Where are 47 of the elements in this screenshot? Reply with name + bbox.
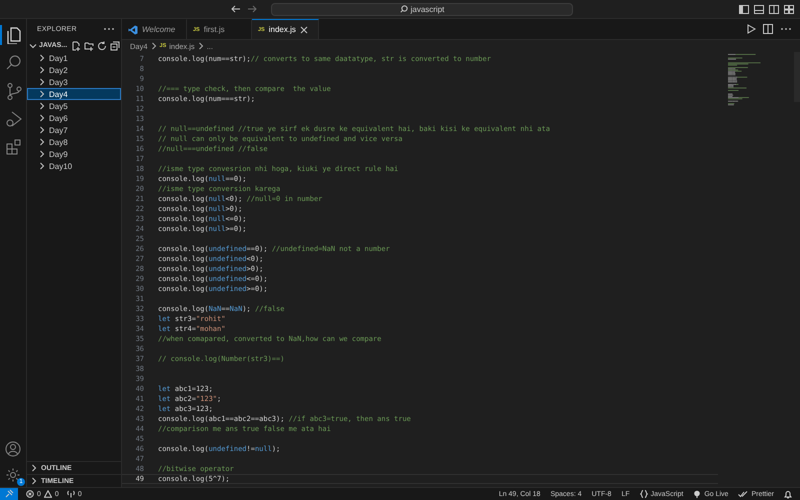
bell-icon[interactable] [784, 490, 792, 498]
refresh-icon[interactable] [97, 40, 108, 50]
close-icon[interactable] [300, 26, 308, 34]
chevron-down-icon [29, 42, 37, 48]
folder-item[interactable]: Day2 [27, 64, 121, 76]
settings-icon[interactable] [5, 467, 21, 483]
secondary-sidebar-icon[interactable] [769, 4, 779, 14]
editor-tab[interactable]: Welcome [122, 19, 187, 39]
search-field[interactable]: javascript [271, 2, 573, 16]
folder-item[interactable]: Day9 [27, 148, 121, 160]
chevron-icon [150, 42, 157, 50]
more-icon[interactable] [103, 27, 115, 31]
folder-item[interactable]: Day3 [27, 76, 121, 88]
layout-icon[interactable] [784, 4, 794, 14]
folder-item[interactable]: Day6 [27, 112, 121, 124]
folder-item[interactable]: Day5 [27, 100, 121, 112]
extensions-icon[interactable] [5, 138, 23, 156]
folder-item[interactable]: Day10 [27, 160, 121, 172]
forward-arrow-icon[interactable] [247, 5, 257, 13]
folder-item[interactable]: Day4 [27, 88, 121, 100]
account-icon[interactable] [5, 441, 21, 457]
files-icon[interactable] [5, 26, 23, 44]
error-icon [26, 490, 34, 498]
run-icon[interactable] [746, 24, 756, 34]
braces-icon [640, 490, 648, 498]
back-arrow-icon[interactable] [231, 5, 241, 13]
folder-item[interactable]: Day7 [27, 124, 121, 136]
double-check-icon [738, 490, 748, 498]
remote-icon [4, 489, 14, 499]
branch-icon[interactable] [5, 82, 23, 100]
split-editor-icon[interactable] [763, 24, 773, 34]
new-file-icon[interactable] [71, 40, 82, 50]
run-debug-icon[interactable] [5, 110, 23, 128]
folder-item[interactable]: Day8 [27, 136, 121, 148]
code-editor-logo-icon [128, 24, 138, 34]
search-icon [400, 5, 408, 13]
new-folder-icon[interactable] [84, 40, 94, 50]
chevron-icon [198, 42, 204, 50]
primary-sidebar-icon[interactable] [739, 4, 749, 14]
collapse-icon[interactable] [110, 40, 120, 50]
panel-icon[interactable] [754, 4, 764, 14]
folder-item[interactable]: Day1 [27, 52, 121, 64]
more-icon[interactable] [780, 27, 792, 31]
search-icon[interactable] [5, 54, 23, 72]
remote-button[interactable] [0, 488, 18, 500]
warning-icon [44, 490, 52, 498]
antenna-icon [66, 490, 75, 498]
